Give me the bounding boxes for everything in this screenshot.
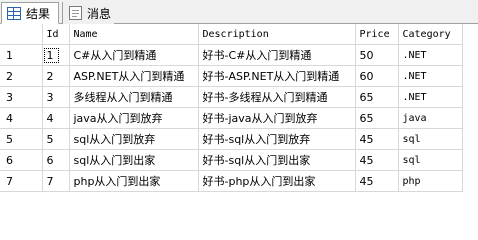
column-header-price[interactable]: Price bbox=[355, 24, 399, 45]
table-row[interactable]: 4 4 java从入门到放弃 好书-java从入门到放弃 65 java bbox=[0, 107, 463, 129]
cell-id[interactable]: 3 bbox=[42, 86, 70, 108]
row-number[interactable]: 6 bbox=[0, 149, 43, 171]
table-row[interactable]: 5 5 sql从入门到放弃 好书-sql从入门到放弃 45 sql bbox=[0, 128, 463, 150]
column-header-description[interactable]: Description bbox=[198, 24, 356, 45]
header-row: Id Name Description Price Category bbox=[0, 24, 463, 45]
cell-category[interactable]: .NET bbox=[398, 86, 463, 108]
cell-price[interactable]: 60 bbox=[355, 65, 399, 87]
tab-strip: 结果 消息 bbox=[0, 0, 478, 24]
cell-id[interactable]: 5 bbox=[42, 128, 70, 150]
cell-name[interactable]: 多线程从入门到精通 bbox=[69, 86, 199, 108]
cell-price[interactable]: 45 bbox=[355, 170, 399, 192]
cell-id[interactable]: 6 bbox=[42, 149, 70, 171]
table-row[interactable]: 7 7 php从入门到出家 好书-php从入门到出家 45 php bbox=[0, 170, 463, 192]
column-header-id[interactable]: Id bbox=[42, 24, 70, 45]
selected-cell-value: 1 bbox=[43, 47, 59, 63]
tab-results[interactable]: 结果 bbox=[1, 2, 59, 24]
cell-price[interactable]: 65 bbox=[355, 107, 399, 129]
cell-name[interactable]: java从入门到放弃 bbox=[69, 107, 199, 129]
cell-description[interactable]: 好书-C#从入门到精通 bbox=[198, 44, 356, 66]
cell-price[interactable]: 50 bbox=[355, 44, 399, 66]
table-row[interactable]: 2 2 ASP.NET从入门到精通 好书-ASP.NET从入门到精通 60 .N… bbox=[0, 65, 463, 87]
cell-category[interactable]: php bbox=[398, 170, 463, 192]
cell-id[interactable]: 4 bbox=[42, 107, 70, 129]
cell-name[interactable]: C#从入门到精通 bbox=[69, 44, 199, 66]
results-grid[interactable]: Id Name Description Price Category 1 1 C… bbox=[0, 24, 478, 204]
tab-results-label: 结果 bbox=[26, 6, 51, 21]
row-number[interactable]: 3 bbox=[0, 86, 43, 108]
cell-id[interactable]: 7 bbox=[42, 170, 70, 192]
cell-description[interactable]: 好书-多线程从入门到精通 bbox=[198, 86, 356, 108]
cell-name[interactable]: sql从入门到出家 bbox=[69, 149, 199, 171]
cell-description[interactable]: 好书-sql从入门到放弃 bbox=[198, 128, 356, 150]
table-row[interactable]: 3 3 多线程从入门到精通 好书-多线程从入门到精通 65 .NET bbox=[0, 86, 463, 108]
row-number[interactable]: 5 bbox=[0, 128, 43, 150]
row-number[interactable]: 4 bbox=[0, 107, 43, 129]
cell-name[interactable]: ASP.NET从入门到精通 bbox=[69, 65, 199, 87]
row-number[interactable]: 7 bbox=[0, 170, 43, 192]
column-header-category[interactable]: Category bbox=[398, 24, 463, 45]
cell-name[interactable]: php从入门到出家 bbox=[69, 170, 199, 192]
tab-messages-label: 消息 bbox=[87, 6, 112, 21]
cell-description[interactable]: 好书-ASP.NET从入门到精通 bbox=[198, 65, 356, 87]
cell-description[interactable]: 好书-java从入门到放弃 bbox=[198, 107, 356, 129]
row-number[interactable]: 1 bbox=[0, 44, 43, 66]
cell-price[interactable]: 45 bbox=[355, 149, 399, 171]
cell-description[interactable]: 好书-php从入门到出家 bbox=[198, 170, 356, 192]
cell-category[interactable]: java bbox=[398, 107, 463, 129]
grid-icon bbox=[6, 6, 22, 20]
cell-category[interactable]: sql bbox=[398, 149, 463, 171]
cell-price[interactable]: 65 bbox=[355, 86, 399, 108]
cell-name[interactable]: sql从入门到放弃 bbox=[69, 128, 199, 150]
tab-messages[interactable]: 消息 bbox=[62, 2, 114, 24]
cell-category[interactable]: .NET bbox=[398, 44, 463, 66]
results-window: 结果 消息 Id Name Description Price Category… bbox=[0, 0, 478, 204]
row-header-corner[interactable] bbox=[0, 24, 43, 45]
cell-price[interactable]: 45 bbox=[355, 128, 399, 150]
cell-category[interactable]: sql bbox=[398, 128, 463, 150]
cell-id[interactable]: 1 bbox=[42, 44, 70, 66]
row-number[interactable]: 2 bbox=[0, 65, 43, 87]
message-icon bbox=[67, 6, 83, 20]
cell-category[interactable]: .NET bbox=[398, 65, 463, 87]
cell-id[interactable]: 2 bbox=[42, 65, 70, 87]
column-header-name[interactable]: Name bbox=[69, 24, 199, 45]
table-row[interactable]: 6 6 sql从入门到出家 好书-sql从入门到出家 45 sql bbox=[0, 149, 463, 171]
results-table: Id Name Description Price Category 1 1 C… bbox=[0, 24, 463, 192]
table-row[interactable]: 1 1 C#从入门到精通 好书-C#从入门到精通 50 .NET bbox=[0, 44, 463, 66]
cell-description[interactable]: 好书-sql从入门到出家 bbox=[198, 149, 356, 171]
